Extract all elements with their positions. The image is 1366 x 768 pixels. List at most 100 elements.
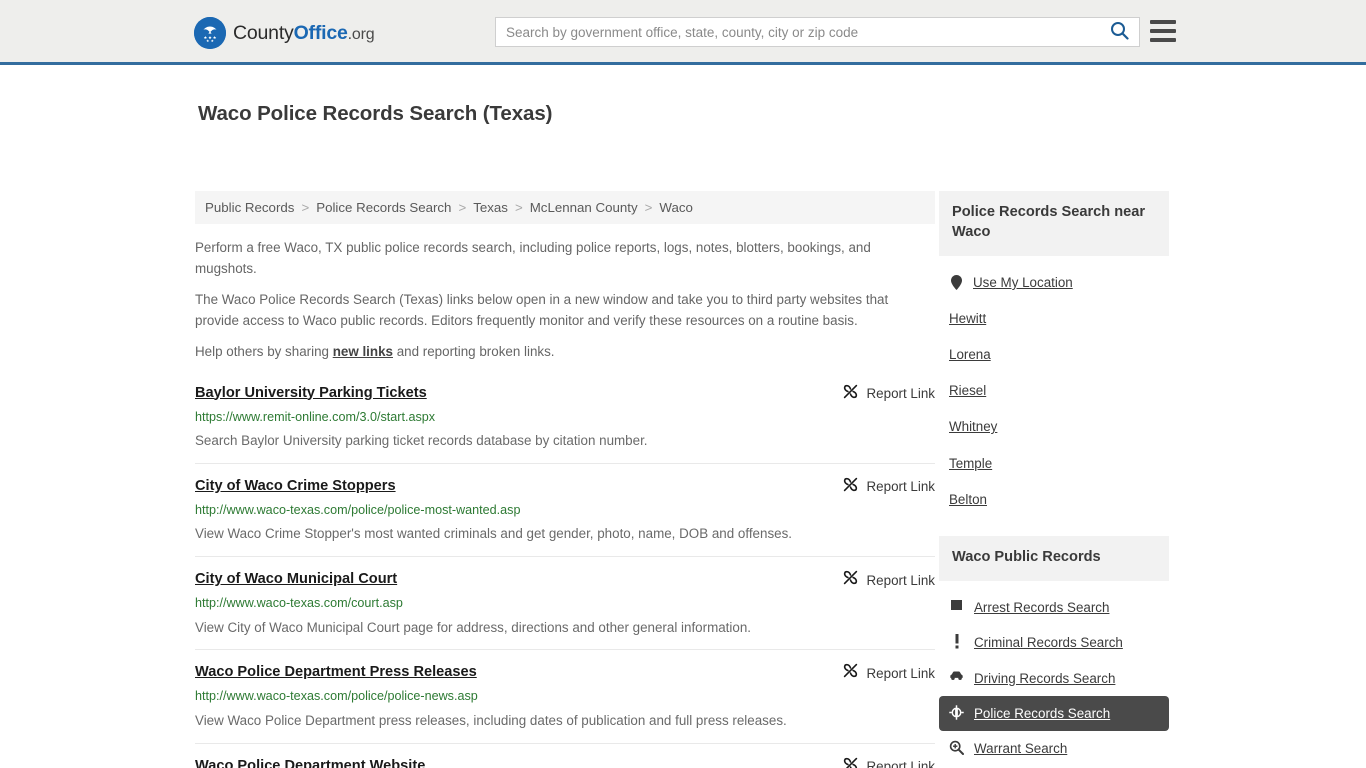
broken-link-icon [842, 569, 859, 591]
report-link-label: Report Link [866, 479, 935, 495]
breadcrumb-item-public-records[interactable]: Public Records [205, 200, 294, 215]
sidebar-item-label: Temple [949, 455, 993, 471]
sidebar-near-links: Use My Location Hewitt Lorena Riesel Whi… [939, 256, 1169, 518]
broken-link-icon [842, 756, 859, 768]
breadcrumb-separator: > [458, 200, 467, 215]
hamburger-bar [1150, 38, 1176, 42]
result-description: Search Baylor University parking ticket … [195, 433, 648, 449]
report-link-button[interactable]: Report Link [842, 662, 935, 684]
report-link-label: Report Link [866, 759, 935, 768]
search-button[interactable] [1099, 18, 1139, 46]
breadcrumb-item-police-records-search[interactable]: Police Records Search [316, 200, 451, 215]
sidebar-item-police-records-search[interactable]: Police Records Search [939, 696, 1169, 732]
waco-public-records-box: Waco Public Records Arrest Records Searc… [939, 535, 1169, 768]
sidebar-item-hewitt[interactable]: Hewitt [939, 301, 1169, 337]
result-item: City of Waco Municipal Court Report Link… [195, 556, 935, 649]
sidebar-item-label: Driving Records Search [974, 670, 1116, 686]
search-input[interactable] [496, 18, 1099, 46]
report-link-button[interactable]: Report Link [842, 476, 935, 498]
result-description: View Waco Crime Stopper's most wanted cr… [195, 526, 793, 542]
result-title-link[interactable]: City of Waco Crime Stoppers [195, 478, 396, 494]
main-content: Public Records > Police Records Search >… [195, 191, 935, 768]
result-url: http://www.waco-texas.com/police/police-… [195, 502, 521, 517]
search-bar[interactable] [495, 17, 1140, 47]
exclamation-icon [949, 633, 964, 649]
sidebar-item-arrest-records-search[interactable]: Arrest Records Search [939, 590, 1169, 625]
result-item: City of Waco Crime Stoppers Report Link … [195, 462, 935, 556]
sidebar-item-label: Whitney [949, 419, 998, 435]
hamburger-menu-icon[interactable] [1150, 20, 1176, 42]
sidebar-item-criminal-records-search[interactable]: Criminal Records Search [939, 625, 1169, 660]
site-logo[interactable]: CountyOffice.org [194, 17, 375, 49]
sidebar-item-label: Warrant Search [974, 741, 1068, 757]
new-links-link[interactable]: new links [333, 344, 393, 359]
result-title-link[interactable]: Waco Police Department Press Releases [195, 664, 477, 680]
sidebar-item-label: Belton [949, 491, 987, 507]
square-icon [949, 598, 964, 611]
police-badge-icon [949, 704, 964, 720]
breadcrumb-item-mclennan-county[interactable]: McLennan County [530, 200, 638, 215]
sidebar-item-whitney[interactable]: Whitney [939, 409, 1169, 445]
sidebar-item-label: Hewitt [949, 311, 987, 327]
hamburger-bar [1150, 29, 1176, 33]
result-description: View Waco Police Department press releas… [195, 713, 787, 729]
sidebar-item-label: Arrest Records Search [974, 599, 1110, 615]
sidebar-item-label: Riesel [949, 383, 987, 399]
result-description: View City of Waco Municipal Court page f… [195, 619, 751, 635]
breadcrumb-separator: > [301, 200, 310, 215]
hamburger-bar [1150, 20, 1176, 24]
sidebar-records-links: Arrest Records Search Criminal Records S… [939, 581, 1169, 768]
result-item: Baylor University Parking Tickets Report… [195, 381, 935, 463]
sidebar-item-temple[interactable]: Temple [939, 446, 1169, 482]
sidebar-item-label: Criminal Records Search [974, 635, 1123, 651]
logo-text-org: .org [347, 25, 375, 43]
report-link-label: Report Link [866, 665, 935, 681]
broken-link-icon [842, 662, 859, 684]
sidebar-item-use-my-location[interactable]: Use My Location [939, 265, 1169, 301]
sidebar-item-label: Use My Location [973, 274, 1073, 290]
sidebar-heading-records: Waco Public Records [939, 535, 1169, 581]
logo-text-office: Office [293, 21, 348, 44]
result-item: Waco Police Department Website Report Li… [195, 742, 935, 768]
result-item: Waco Police Department Press Releases Re… [195, 649, 935, 742]
result-url: http://www.waco-texas.com/police/police-… [195, 689, 478, 704]
sidebar-item-driving-records-search[interactable]: Driving Records Search [939, 661, 1169, 696]
sidebar-heading-near: Police Records Search near Waco [939, 191, 1169, 256]
report-link-button[interactable]: Report Link [842, 756, 935, 768]
result-title-link[interactable]: Baylor University Parking Tickets [195, 385, 427, 401]
breadcrumb-item-texas[interactable]: Texas [473, 200, 508, 215]
map-pin-icon [949, 273, 963, 290]
results-list: Baylor University Parking Tickets Report… [195, 381, 935, 768]
magnifier-plus-icon [949, 739, 964, 756]
result-url: http://www.waco-texas.com/court.asp [195, 596, 403, 611]
intro-paragraph-2: The Waco Police Records Search (Texas) l… [195, 292, 889, 328]
result-title-link[interactable]: Waco Police Department Website [195, 758, 425, 768]
sidebar-item-label: Lorena [949, 347, 991, 363]
intro-text: Perform a free Waco, TX public police re… [195, 238, 935, 363]
report-link-button[interactable]: Report Link [842, 569, 935, 591]
logo-text: CountyOffice.org [233, 21, 375, 45]
result-title-link[interactable]: City of Waco Municipal Court [195, 571, 397, 587]
intro-share-suffix: and reporting broken links. [392, 344, 555, 359]
page-title: Waco Police Records Search (Texas) [198, 101, 553, 125]
breadcrumb: Public Records > Police Records Search >… [195, 191, 935, 224]
result-url: https://www.remit-online.com/3.0/start.a… [195, 409, 436, 424]
broken-link-icon [842, 476, 859, 498]
breadcrumb-item-waco: Waco [659, 200, 693, 215]
search-icon [1110, 21, 1129, 43]
logo-text-county: County [233, 21, 294, 44]
intro-paragraph-1: Perform a free Waco, TX public police re… [195, 240, 871, 276]
report-link-button[interactable]: Report Link [842, 383, 935, 405]
report-link-label: Report Link [866, 572, 935, 588]
sidebar-item-label: Police Records Search [974, 706, 1111, 722]
intro-paragraph-3: Help others by sharing new links and rep… [195, 342, 915, 363]
sidebar-item-warrant-search[interactable]: Warrant Search [939, 731, 1169, 766]
sidebar-item-lorena[interactable]: Lorena [939, 337, 1169, 373]
breadcrumb-separator: > [644, 200, 653, 215]
intro-share-prefix: Help others by sharing [195, 344, 333, 359]
site-header: CountyOffice.org [0, 0, 1366, 65]
sidebar-item-belton[interactable]: Belton [939, 482, 1169, 518]
eagle-stars-seal-icon [194, 17, 226, 49]
sidebar-item-riesel[interactable]: Riesel [939, 373, 1169, 409]
